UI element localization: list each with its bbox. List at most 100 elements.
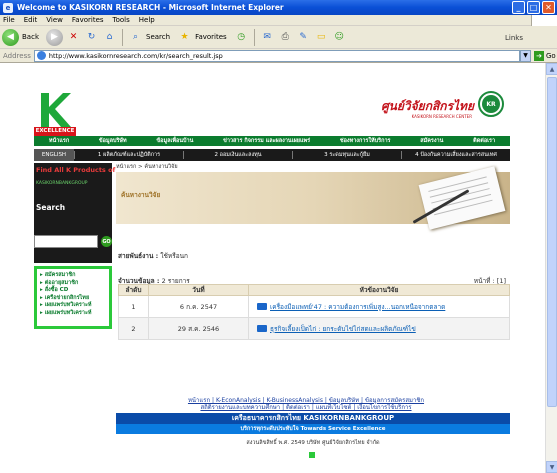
toolbar-separator: [253, 28, 255, 46]
nav-product-4[interactable]: 4 ป้องกันความเสี่ยงและสารสนเทศ: [401, 151, 510, 159]
nav-channels[interactable]: ช่องทางการให้บริการ: [340, 137, 391, 145]
site-content: EXCELLENCE ศูนย์วิจัยกสิกรไทย KASIKORN R…: [31, 63, 512, 473]
address-url[interactable]: http://www.kasikornresearch.com/kr/searc…: [49, 52, 223, 60]
nav-product-1[interactable]: 1 ผลิตภัณฑ์และปฏิบัติการ: [74, 151, 183, 159]
unit-line: สายพันธ์งาน : ใช้หรือนก: [118, 251, 188, 261]
page-viewport: EXCELLENCE ศูนย์วิจัยกสิกรไทย KASIKORN R…: [0, 63, 545, 473]
scroll-thumb[interactable]: [547, 77, 557, 407]
address-input[interactable]: http://www.kasikornresearch.com/kr/searc…: [33, 49, 520, 62]
footer-slogan-bar: บริการทุกระดับประทับใจ Towards Service E…: [116, 424, 510, 434]
scroll-down-icon[interactable]: ▼: [546, 461, 557, 473]
nav-english[interactable]: ENGLISH: [34, 149, 74, 161]
nav-contact[interactable]: ติดต่อเรา: [473, 137, 495, 145]
find-all-subheading: KASIKORNBANKGROUP: [36, 181, 88, 186]
mail-icon[interactable]: ✉: [260, 30, 275, 45]
history-icon[interactable]: ◷: [234, 30, 249, 45]
windows-logo-icon: [531, 15, 557, 26]
footer-small-logo: [309, 452, 315, 458]
nav-company[interactable]: ข้อมูลบริษัท: [99, 137, 127, 145]
ie-page-icon: [36, 51, 46, 60]
search-go-button[interactable]: GO: [101, 236, 112, 247]
footer-links-row-1[interactable]: หน้าแรก | K-EconAnalysis | K-BusinessAna…: [188, 397, 424, 404]
nav-product-3[interactable]: 3 ระดมทุนและกู้ยืม: [292, 151, 401, 159]
menu-edit[interactable]: Edit: [24, 16, 38, 24]
site-search-input[interactable]: [34, 235, 98, 248]
menu-help[interactable]: Help: [139, 16, 155, 24]
search-button-label[interactable]: Search: [146, 33, 170, 41]
messenger-icon[interactable]: ☺: [332, 30, 347, 45]
side-link-publish[interactable]: ▸ เผยแพร่บทวิเคราะห์: [40, 302, 106, 310]
links-label[interactable]: Links: [505, 34, 523, 42]
side-link-publish-2[interactable]: ▸ เผยแพร่บทวิเคราะห์: [40, 310, 106, 318]
forward-arrow-icon[interactable]: ▶: [46, 28, 63, 46]
excellence-badge: EXCELLENCE: [34, 127, 76, 136]
row-number: 2: [118, 317, 149, 340]
footer-links-row-2[interactable]: สถิติรายงานและบทความศึกษา | ติดต่อเรา | …: [200, 404, 411, 411]
go-button[interactable]: ➔ Go: [531, 50, 557, 61]
results-table: ลำดับ วันที่ หัวข้องานวิจัย 1 6 ก.ค. 254…: [118, 284, 510, 340]
window-title: Welcome to KASIKORN RESEARCH - Microsoft…: [17, 3, 284, 12]
address-bar: Address http://www.kasikornresearch.com/…: [0, 49, 557, 63]
row-title[interactable]: เครื่องมือแพทย์'47 : ความต้องการเพิ่มสูง…: [270, 303, 445, 311]
scroll-up-icon[interactable]: ▲: [546, 63, 557, 75]
row-number: 1: [118, 295, 149, 318]
breadcrumb: หน้าแรก > ค้นหางานวิจัย: [116, 164, 178, 170]
window-controls: _ □ ✕: [512, 1, 555, 14]
side-link-label: เครือข่ายกสิกรไทย: [44, 294, 90, 301]
col-title: หัวข้องานวิจัย: [248, 284, 510, 296]
menu-favorites[interactable]: Favorites: [72, 16, 104, 24]
close-button[interactable]: ✕: [542, 1, 555, 14]
home-icon[interactable]: ⌂: [102, 30, 117, 45]
edit-icon[interactable]: ✎: [296, 30, 311, 45]
maximize-button[interactable]: □: [527, 1, 540, 14]
window-titlebar: e Welcome to KASIKORN RESEARCH - Microso…: [0, 0, 557, 15]
side-link-register[interactable]: ▸ สมัครสมาชิก: [40, 272, 106, 280]
copyright-text: สงวนลิขสิทธิ์ พ.ศ. 2549 บริษัท ศูนย์วิจั…: [246, 440, 380, 446]
kasikorn-k-logo: [41, 93, 71, 127]
nav-jobs[interactable]: สมัครงาน: [420, 137, 443, 145]
nav-neighbors[interactable]: ข้อมูลเพื่อนบ้าน: [156, 137, 193, 145]
ie-page-icon: e: [3, 2, 13, 13]
nav-home[interactable]: หน้าแรก: [49, 137, 69, 145]
menu-tools[interactable]: Tools: [113, 16, 130, 24]
address-dropdown-icon[interactable]: ▼: [520, 49, 531, 62]
stop-icon[interactable]: ✕: [66, 30, 81, 45]
side-link-label: เผยแพร่บทวิเคราะห์: [44, 302, 92, 309]
standard-toolbar: ◀ Back ▶ ✕ ↻ ⌂ ⌕ Search ★ Favorites ◷ ✉ …: [0, 26, 557, 49]
menu-view[interactable]: View: [46, 16, 63, 24]
col-number: ลำดับ: [118, 284, 149, 296]
refresh-icon[interactable]: ↻: [84, 30, 99, 45]
search-label: Search: [36, 203, 66, 212]
address-label: Address: [3, 51, 31, 60]
menu-bar: File Edit View Favorites Tools Help: [0, 15, 557, 26]
find-all-heading: Find All K Products of: [36, 166, 116, 174]
vertical-scrollbar[interactable]: ▲ ▼: [545, 63, 557, 473]
footer-links: หน้าแรก | K-EconAnalysis | K-BusinessAna…: [141, 397, 471, 411]
go-arrow-icon: ➔: [534, 50, 544, 61]
print-icon[interactable]: ⎙: [278, 30, 293, 45]
favorites-button-label[interactable]: Favorites: [195, 33, 227, 41]
kr-logo: KR: [478, 91, 504, 117]
menu-file[interactable]: File: [3, 16, 15, 24]
main-nav: หน้าแรก ข้อมูลบริษัท ข้อมูลเพื่อนบ้าน ข่…: [34, 136, 510, 146]
row-title[interactable]: ธุรกิจเลี้ยงเป็ดไก่ : ยกระดับไข่ไก่สดและ…: [270, 325, 416, 333]
row-date: 6 ก.ค. 2547: [148, 295, 249, 318]
table-header-row: ลำดับ วันที่ หัวข้องานวิจัย: [118, 284, 510, 296]
back-arrow-icon[interactable]: ◀: [2, 28, 19, 46]
go-label: Go: [546, 51, 556, 60]
nav-news[interactable]: ข่าวสาร กิจกรรม และผลงานเผยแพร่: [223, 137, 310, 145]
side-link-label: สมัครสมาชิก: [44, 272, 76, 278]
document-icon: [257, 325, 267, 332]
favorites-star-icon[interactable]: ★: [177, 30, 192, 45]
table-row: 1 6 ก.ค. 2547 เครื่องมือแพทย์'47 : ความต…: [118, 295, 510, 318]
row-title-link[interactable]: ธุรกิจเลี้ยงเป็ดไก่ : ยกระดับไข่ไก่สดและ…: [248, 317, 510, 340]
minimize-button[interactable]: _: [512, 1, 525, 14]
row-title-link[interactable]: เครื่องมือแพทย์'47 : ความต้องการเพิ่มสูง…: [248, 295, 510, 318]
kr-logo-text: KR: [482, 95, 500, 113]
nav-product-2[interactable]: 2 ออมเงินและลงทุน: [183, 151, 292, 159]
folder-icon[interactable]: ▭: [314, 30, 329, 45]
document-icon: [257, 303, 267, 310]
side-link-order-cd[interactable]: ▸ สั่งซื้อ CD: [40, 287, 106, 295]
search-icon[interactable]: ⌕: [128, 30, 143, 45]
back-button-label[interactable]: Back: [22, 33, 39, 41]
